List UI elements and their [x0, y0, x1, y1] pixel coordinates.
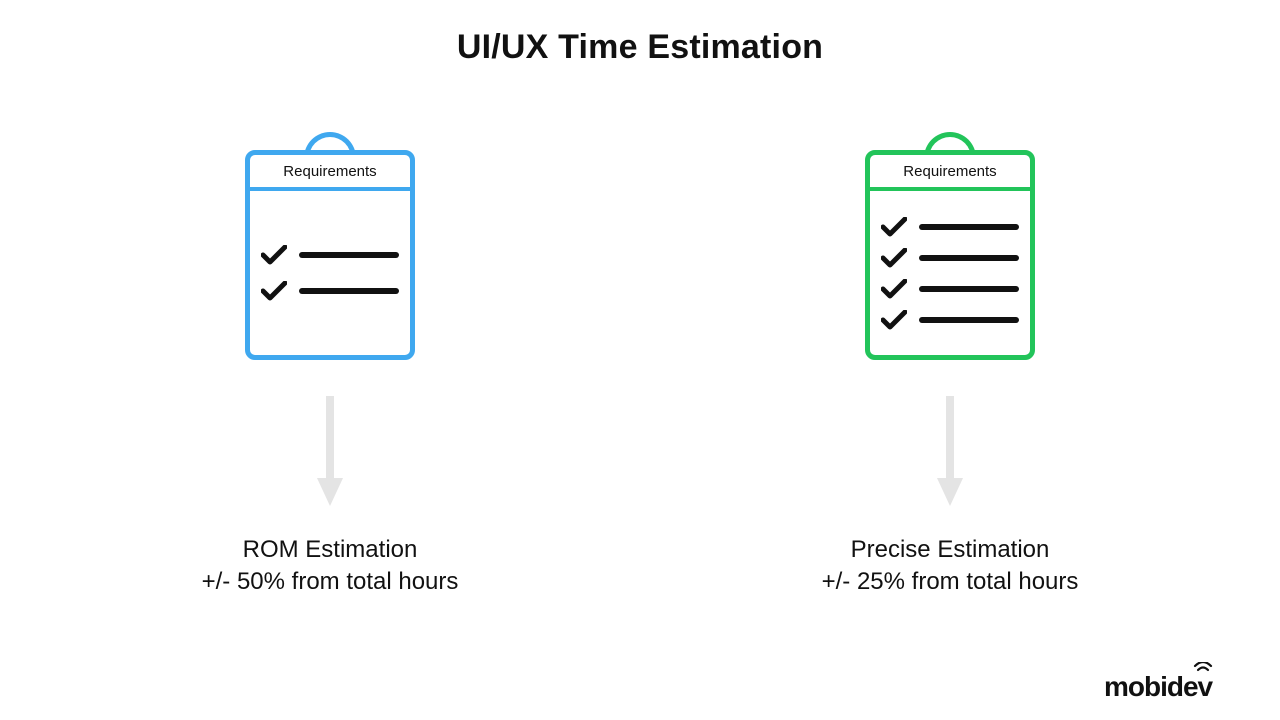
arrow-down-icon — [317, 396, 343, 506]
caption-line1: ROM Estimation — [202, 534, 459, 566]
checklist-row — [881, 248, 1019, 268]
checklist-row — [881, 217, 1019, 237]
column-precise: Requirements — [770, 150, 1130, 599]
check-icon — [881, 279, 907, 299]
caption-rom: ROM Estimation +/- 50% from total hours — [202, 534, 459, 599]
caption-line2: +/- 25% from total hours — [822, 566, 1079, 598]
caption-line2: +/- 50% from total hours — [202, 566, 459, 598]
svg-text:mobidev: mobidev — [1104, 671, 1214, 702]
checklist-row — [881, 310, 1019, 330]
line-icon — [299, 288, 399, 294]
columns: Requirements ROM Estimation — [0, 150, 1280, 599]
check-icon — [261, 245, 287, 265]
line-icon — [919, 317, 1019, 323]
column-rom: Requirements ROM Estimation — [150, 150, 510, 599]
line-icon — [919, 255, 1019, 261]
checklist-row — [261, 245, 399, 265]
line-icon — [919, 224, 1019, 230]
mobidev-logo: mobidev — [1104, 662, 1254, 706]
line-icon — [299, 252, 399, 258]
clipboard-header: Requirements — [250, 155, 410, 191]
arrow-down-icon — [937, 396, 963, 506]
caption-precise: Precise Estimation +/- 25% from total ho… — [822, 534, 1079, 599]
checklist-row — [261, 281, 399, 301]
caption-line1: Precise Estimation — [822, 534, 1079, 566]
clipboard-content — [261, 200, 399, 346]
check-icon — [261, 281, 287, 301]
clipboard-icon-precise: Requirements — [865, 150, 1035, 360]
clipboard-header: Requirements — [870, 155, 1030, 191]
clipboard-icon-rom: Requirements — [245, 150, 415, 360]
checklist-row — [881, 279, 1019, 299]
check-icon — [881, 217, 907, 237]
clipboard-content — [881, 200, 1019, 346]
line-icon — [919, 286, 1019, 292]
check-icon — [881, 310, 907, 330]
page-title: UI/UX Time Estimation — [0, 28, 1280, 67]
check-icon — [881, 248, 907, 268]
